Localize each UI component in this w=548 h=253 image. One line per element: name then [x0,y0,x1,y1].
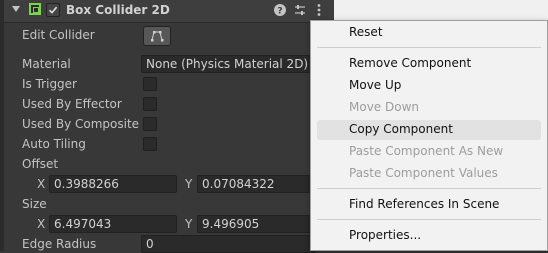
edit-collider-button[interactable] [143,26,171,46]
menu-item-remove-component[interactable]: Remove Component [349,56,471,70]
menu-item-paste-component-as-new: Paste Component As New [349,144,504,158]
component-header[interactable]: Box Collider 2D ? [4,0,334,23]
box-collider-icon [29,3,41,15]
material-field[interactable]: None (Physics Material 2D) [141,55,316,73]
preset-icon[interactable] [293,3,307,17]
edge-radius-label: Edge Radius [22,237,97,251]
is-trigger-checkbox[interactable] [143,77,157,91]
used-by-composite-checkbox[interactable] [143,117,157,131]
size-label: Size [22,197,47,211]
offset-y-field[interactable]: 0.07084322 [197,175,317,193]
edit-shape-icon [151,31,164,42]
used-by-effector-checkbox[interactable] [143,97,157,111]
kebab-menu-icon[interactable] [312,3,326,17]
checkmark-icon [48,6,58,14]
material-label: Material [22,57,71,71]
menu-separator [317,47,541,48]
component-enabled-checkbox[interactable] [46,3,60,17]
context-menu: Reset Remove Component Move Up Move Down… [310,20,548,251]
edge-radius-field[interactable]: 0 [141,235,316,253]
size-y-label[interactable]: Y [185,217,192,231]
offset-x-field[interactable]: 0.3988266 [49,175,177,193]
component-title: Box Collider 2D [66,3,170,17]
svg-text:?: ? [277,7,282,17]
menu-separator [317,219,541,220]
size-y-field[interactable]: 9.496905 [197,215,317,233]
foldout-arrow-icon[interactable] [12,6,20,12]
menu-item-move-up[interactable]: Move Up [349,78,401,92]
offset-label: Offset [22,157,59,171]
menu-item-move-down: Move Down [349,100,419,114]
used-by-composite-label: Used By Composite [22,117,140,131]
menu-item-copy-component[interactable]: Copy Component [349,122,453,136]
menu-item-reset[interactable]: Reset [349,25,383,39]
left-gutter [0,0,4,251]
is-trigger-label: Is Trigger [22,77,77,91]
auto-tiling-label: Auto Tiling [22,137,86,151]
offset-x-label[interactable]: X [37,177,45,191]
menu-separator [317,188,541,189]
edit-collider-label: Edit Collider [22,28,95,42]
help-icon[interactable]: ? [273,3,287,17]
offset-y-label[interactable]: Y [185,177,192,191]
used-by-effector-label: Used By Effector [22,97,122,111]
menu-item-find-references-in-scene[interactable]: Find References In Scene [349,197,499,211]
menu-item-paste-component-values: Paste Component Values [349,166,498,180]
size-x-field[interactable]: 6.497043 [49,215,177,233]
size-x-label[interactable]: X [37,217,45,231]
auto-tiling-checkbox[interactable] [143,137,157,151]
menu-item-properties[interactable]: Properties... [349,228,421,242]
